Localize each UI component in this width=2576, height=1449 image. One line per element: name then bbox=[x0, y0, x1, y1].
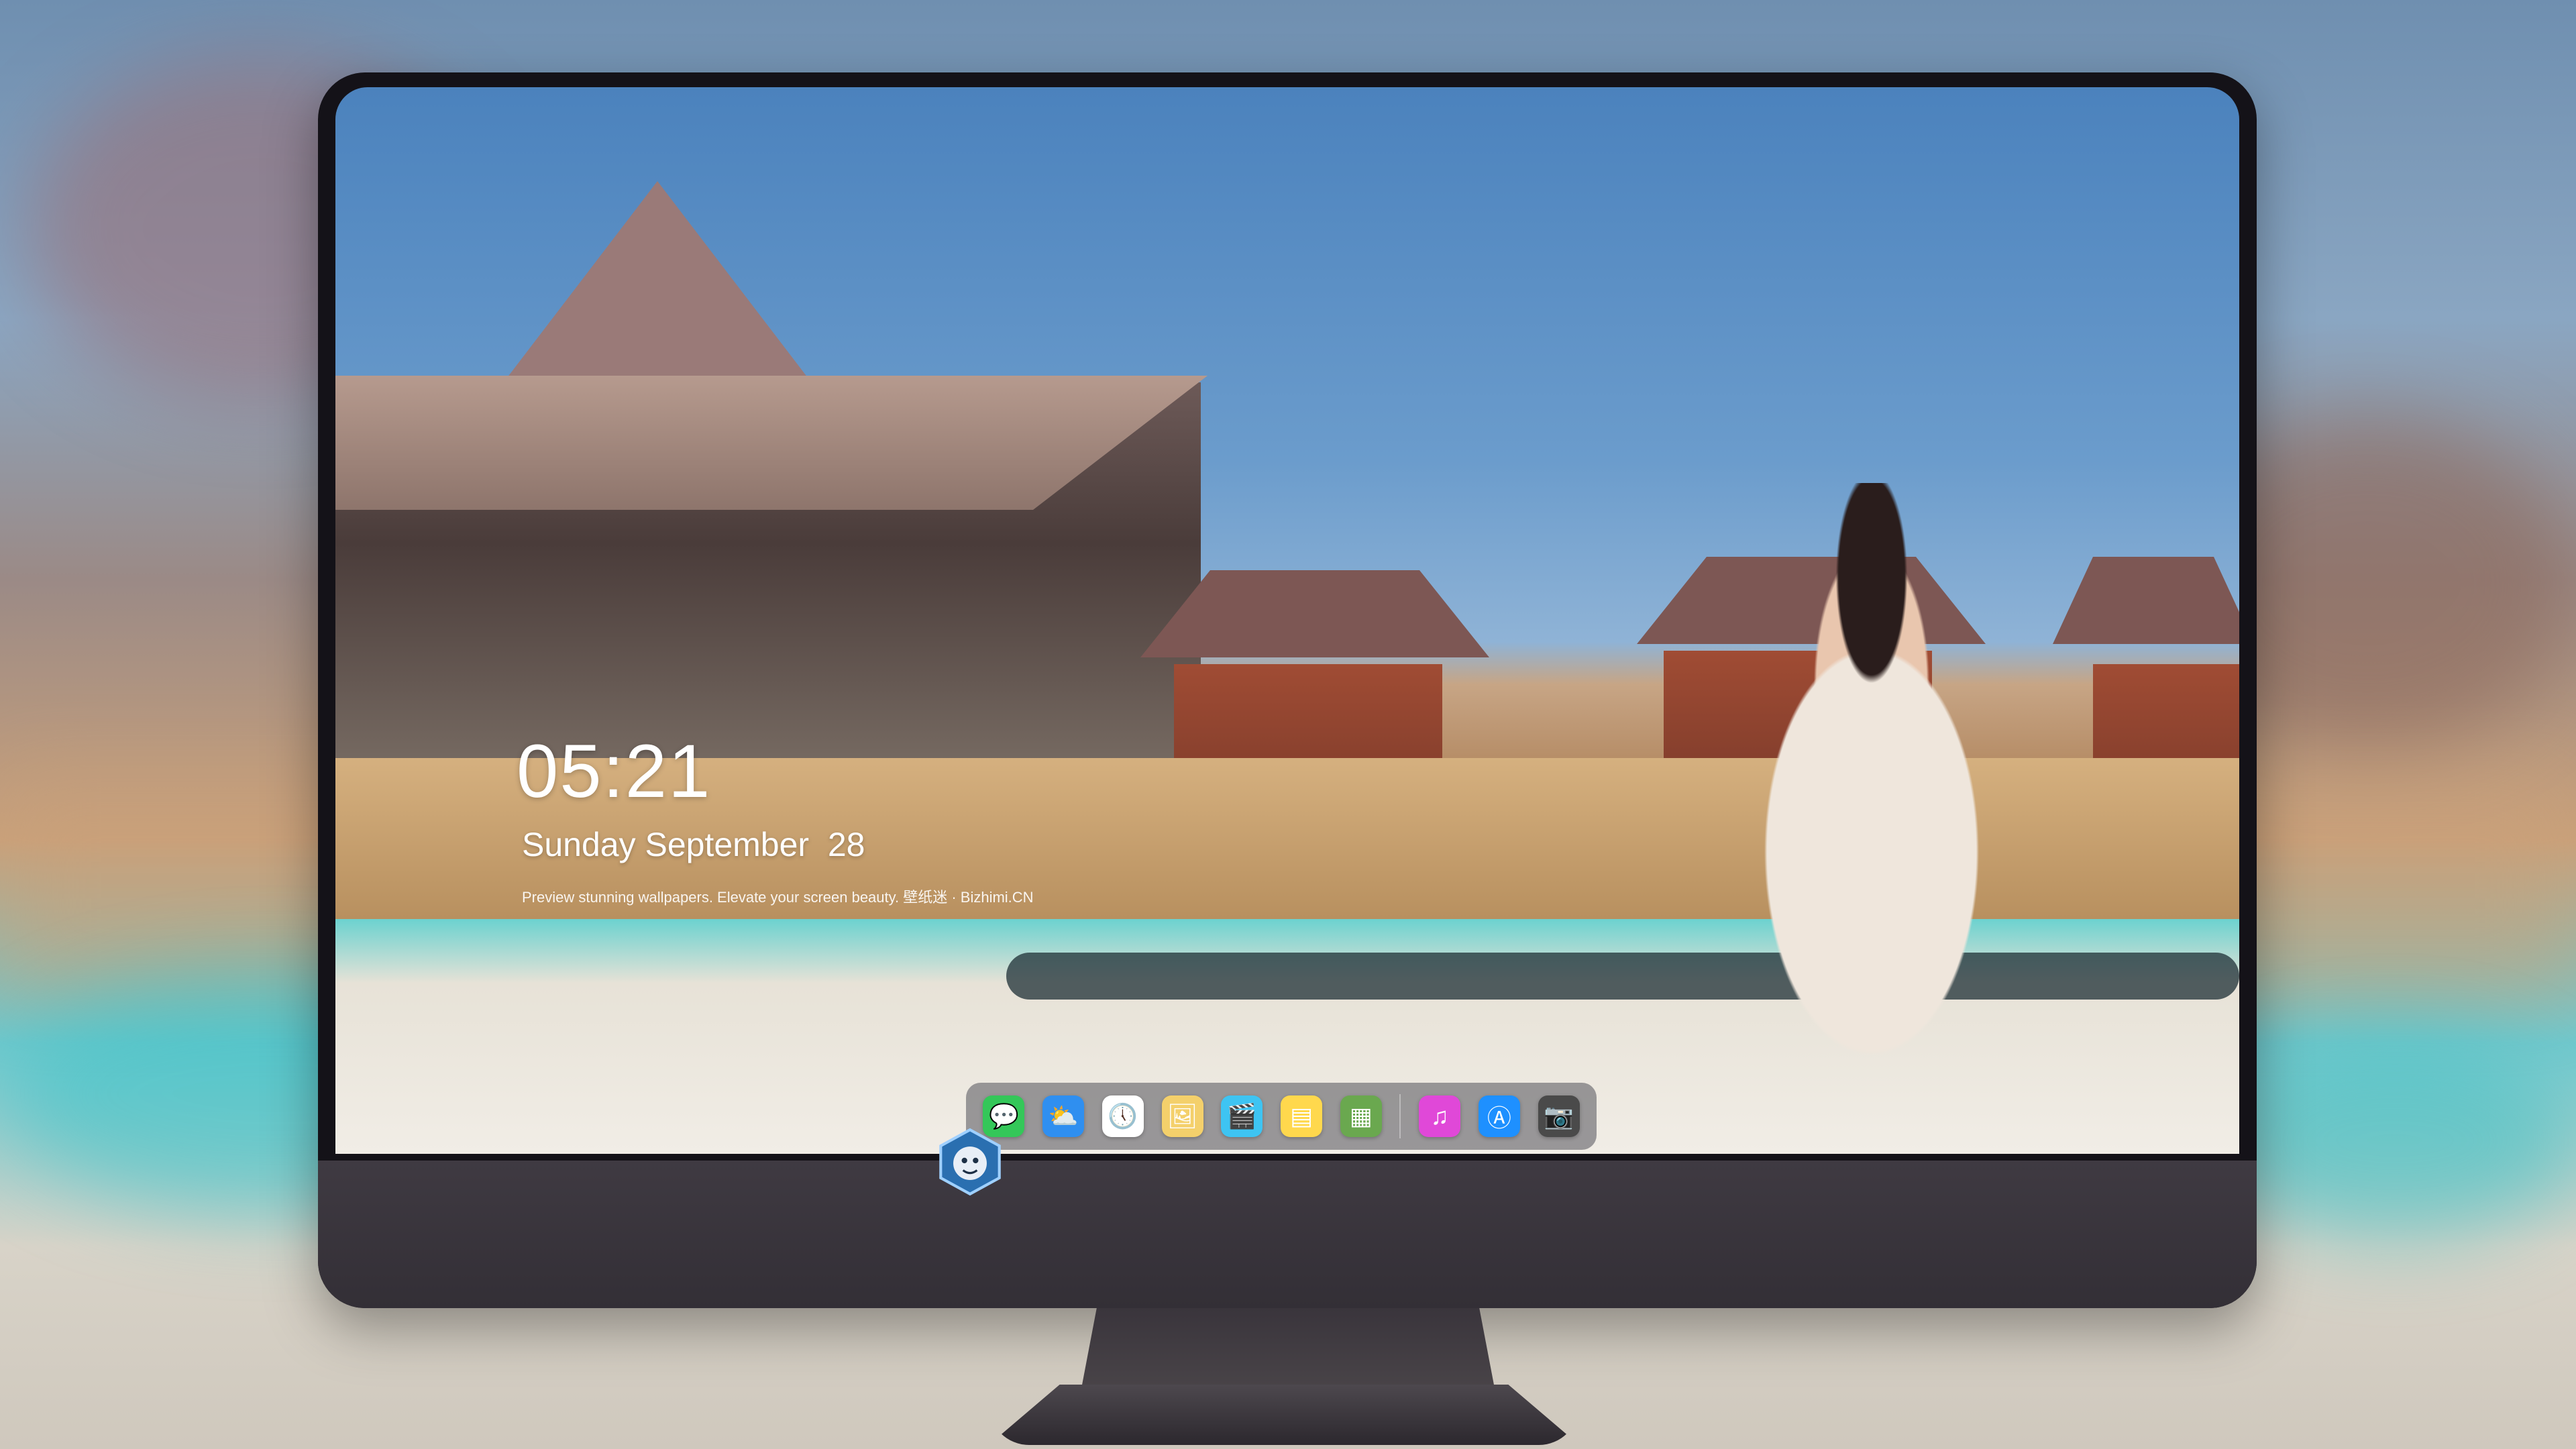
monitor-chin bbox=[318, 1161, 2257, 1308]
lockscreen-time: 05:21 bbox=[517, 729, 712, 813]
camera-icon[interactable]: 📷 bbox=[1538, 1095, 1580, 1137]
wallpaper-villa-roof bbox=[2053, 557, 2239, 644]
wallpaper-figure bbox=[1677, 483, 2066, 1154]
dock-separator bbox=[1399, 1094, 1401, 1138]
desktop-screen[interactable] bbox=[335, 87, 2239, 1154]
clock-icon[interactable]: 🕔 bbox=[1102, 1095, 1144, 1137]
photo-booth-icon[interactable]: ▦ bbox=[1340, 1095, 1382, 1137]
notes-icon[interactable]: ▤ bbox=[1280, 1095, 1322, 1137]
brand-logo-icon bbox=[939, 1128, 1001, 1196]
wallpaper-hut-peak bbox=[483, 181, 832, 409]
lockscreen-date: Sunday September 28 bbox=[522, 826, 865, 863]
clips-icon[interactable]: 🎬 bbox=[1221, 1095, 1263, 1137]
monitor-stand-base bbox=[989, 1385, 1579, 1445]
monitor-stand bbox=[1080, 1308, 1496, 1395]
preview-icon[interactable]: 🖼 bbox=[1161, 1095, 1203, 1137]
dock: 💬 ⛅ 🕔 🖼 🎬 ▤ ▦ ♫ Ⓐ 📷 bbox=[966, 1083, 1597, 1150]
app-store-icon[interactable]: Ⓐ bbox=[1478, 1095, 1520, 1137]
weather-icon[interactable]: ⛅ bbox=[1042, 1095, 1085, 1137]
lockscreen-tagline: Preview stunning wallpapers. Elevate you… bbox=[522, 889, 1034, 906]
music-icon[interactable]: ♫ bbox=[1419, 1095, 1461, 1137]
background-blur-sea-right bbox=[2214, 1040, 2576, 1241]
